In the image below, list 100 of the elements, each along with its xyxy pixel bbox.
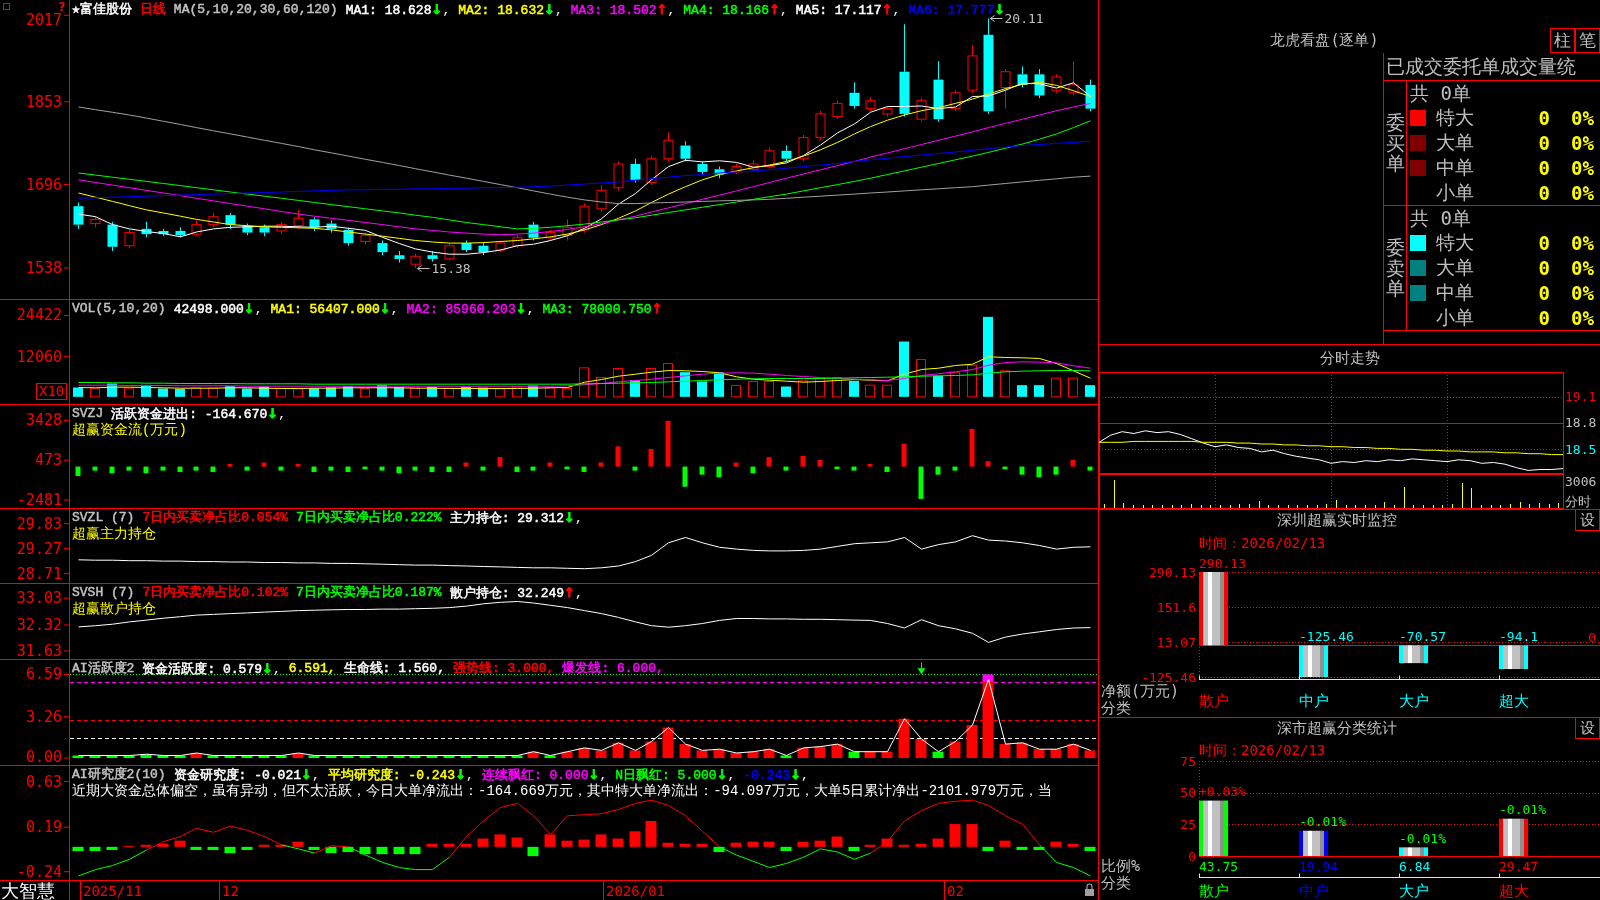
axis-label: 3428 bbox=[25, 411, 62, 430]
activity-bar bbox=[797, 747, 809, 759]
activity-bar bbox=[426, 755, 438, 759]
research-bar bbox=[612, 838, 624, 847]
axis-label: 13.07 bbox=[1156, 634, 1196, 650]
research-bar bbox=[292, 841, 304, 847]
axis-title: 分类 bbox=[1101, 874, 1131, 892]
panel-title: 深圳超赢实时监控 bbox=[1276, 510, 1398, 531]
fund-flow-bar bbox=[75, 466, 81, 476]
volume-bar bbox=[427, 386, 437, 397]
volume-bar bbox=[73, 387, 83, 397]
research-bar bbox=[477, 838, 489, 847]
fund-flow-bar bbox=[295, 463, 301, 467]
axis-label: 151.6 bbox=[1156, 599, 1196, 615]
axis-title: 净额(万元) bbox=[1101, 682, 1180, 700]
activity-bar bbox=[1067, 744, 1079, 759]
trend-arrow: ↓, bbox=[588, 768, 608, 783]
candle bbox=[1068, 60, 1079, 96]
candle bbox=[882, 105, 893, 118]
value-label: -70.57 bbox=[1399, 628, 1446, 644]
candle bbox=[191, 219, 202, 237]
activity-bar bbox=[831, 744, 843, 759]
trend-arrow: ↑ bbox=[651, 302, 663, 317]
change-label: -0.01% bbox=[1499, 802, 1546, 818]
activity-bar bbox=[999, 744, 1011, 759]
volume-bar bbox=[444, 387, 454, 398]
order-count: 0 bbox=[1537, 181, 1550, 204]
trend-arrow: ↓, bbox=[262, 662, 281, 677]
activity-bar bbox=[814, 746, 826, 759]
candle bbox=[377, 239, 388, 256]
category-label: 中户 bbox=[1299, 692, 1329, 710]
axis-label: 1696 bbox=[25, 175, 62, 194]
legend-item: AI活跃度2 bbox=[72, 661, 135, 676]
help-mark[interactable]: ? bbox=[58, 0, 66, 14]
fund-flow-bar bbox=[733, 462, 739, 467]
research-bar bbox=[241, 846, 253, 850]
order-count: 0 bbox=[1537, 256, 1550, 279]
legend-item: 6.591, bbox=[288, 661, 336, 676]
trend-arrow: ↓, bbox=[790, 768, 809, 783]
axis-label: 29.27 bbox=[16, 539, 62, 558]
volume-bar bbox=[815, 377, 825, 398]
fund-flow-bar bbox=[699, 466, 705, 475]
candle bbox=[309, 216, 320, 232]
chart-bar bbox=[1199, 800, 1228, 856]
view-button[interactable]: 笔 bbox=[1575, 28, 1600, 53]
fund-flow-bar bbox=[1019, 466, 1025, 475]
candle bbox=[916, 97, 927, 123]
settings-button[interactable]: 设 bbox=[1575, 510, 1600, 531]
research-bar bbox=[140, 844, 152, 847]
fund-flow-bar bbox=[143, 466, 149, 474]
candle bbox=[1034, 68, 1045, 99]
legend-item: 7日内买卖净占比0.187% bbox=[296, 585, 442, 600]
volume-bar bbox=[141, 384, 151, 397]
fund-flow-bar bbox=[648, 449, 654, 467]
research-bar bbox=[224, 846, 236, 854]
research-bar bbox=[174, 840, 186, 847]
research-bar bbox=[662, 842, 674, 847]
research-bar bbox=[713, 846, 725, 853]
trend-arrow: ↑, bbox=[769, 3, 788, 18]
trend-arrow: ↓, bbox=[431, 3, 451, 18]
volume-bar bbox=[478, 387, 488, 397]
settings-button[interactable]: 设 bbox=[1575, 718, 1600, 739]
panel-title: 深市超赢分类统计 bbox=[1276, 718, 1398, 739]
order-share: 0% bbox=[1570, 306, 1594, 329]
chart-bar bbox=[1499, 818, 1528, 856]
trend-arrow: ↑, bbox=[564, 586, 583, 601]
candle bbox=[394, 250, 405, 264]
research-bar bbox=[814, 840, 826, 847]
activity-bar bbox=[645, 741, 657, 759]
trend-arrow: ↓, bbox=[716, 768, 736, 783]
activity-bar bbox=[140, 754, 152, 759]
candle bbox=[562, 218, 573, 241]
volume-bar bbox=[410, 387, 420, 398]
unit-label: X10 bbox=[36, 383, 68, 400]
research-bar bbox=[325, 846, 337, 854]
activity-bar bbox=[578, 747, 590, 759]
legend-item: MA(5,10,20,30,60,120) bbox=[173, 2, 338, 17]
volume-bar bbox=[832, 377, 842, 398]
pane-caption: 超赢资金流(万元) bbox=[72, 422, 188, 438]
research-bar bbox=[157, 843, 169, 847]
order-type: 特大 bbox=[1436, 229, 1475, 255]
fund-flow-bar bbox=[985, 461, 991, 467]
trend-arrow: ↑, bbox=[881, 3, 901, 18]
fund-flow-bar bbox=[969, 428, 975, 467]
research-bar bbox=[915, 843, 927, 847]
axis-label: 1853 bbox=[25, 92, 62, 111]
view-button[interactable]: 柱 bbox=[1550, 28, 1575, 53]
axis-label: 3.26 bbox=[25, 707, 62, 726]
value-label: 290.13 bbox=[1199, 555, 1246, 571]
research-bar bbox=[1050, 841, 1062, 847]
value-label: 6.84 bbox=[1399, 858, 1431, 874]
panel-title: 龙虎看盘(逐单) bbox=[1269, 30, 1380, 51]
volume-bar bbox=[882, 384, 892, 398]
activity-bar bbox=[325, 755, 337, 759]
candle bbox=[495, 239, 506, 253]
research-bar bbox=[645, 820, 657, 847]
fund-flow-bar bbox=[261, 462, 267, 467]
activity-bar bbox=[241, 755, 253, 759]
legend-item: 42498.000 bbox=[173, 302, 244, 317]
axis-label: -125.46 bbox=[1141, 669, 1196, 685]
